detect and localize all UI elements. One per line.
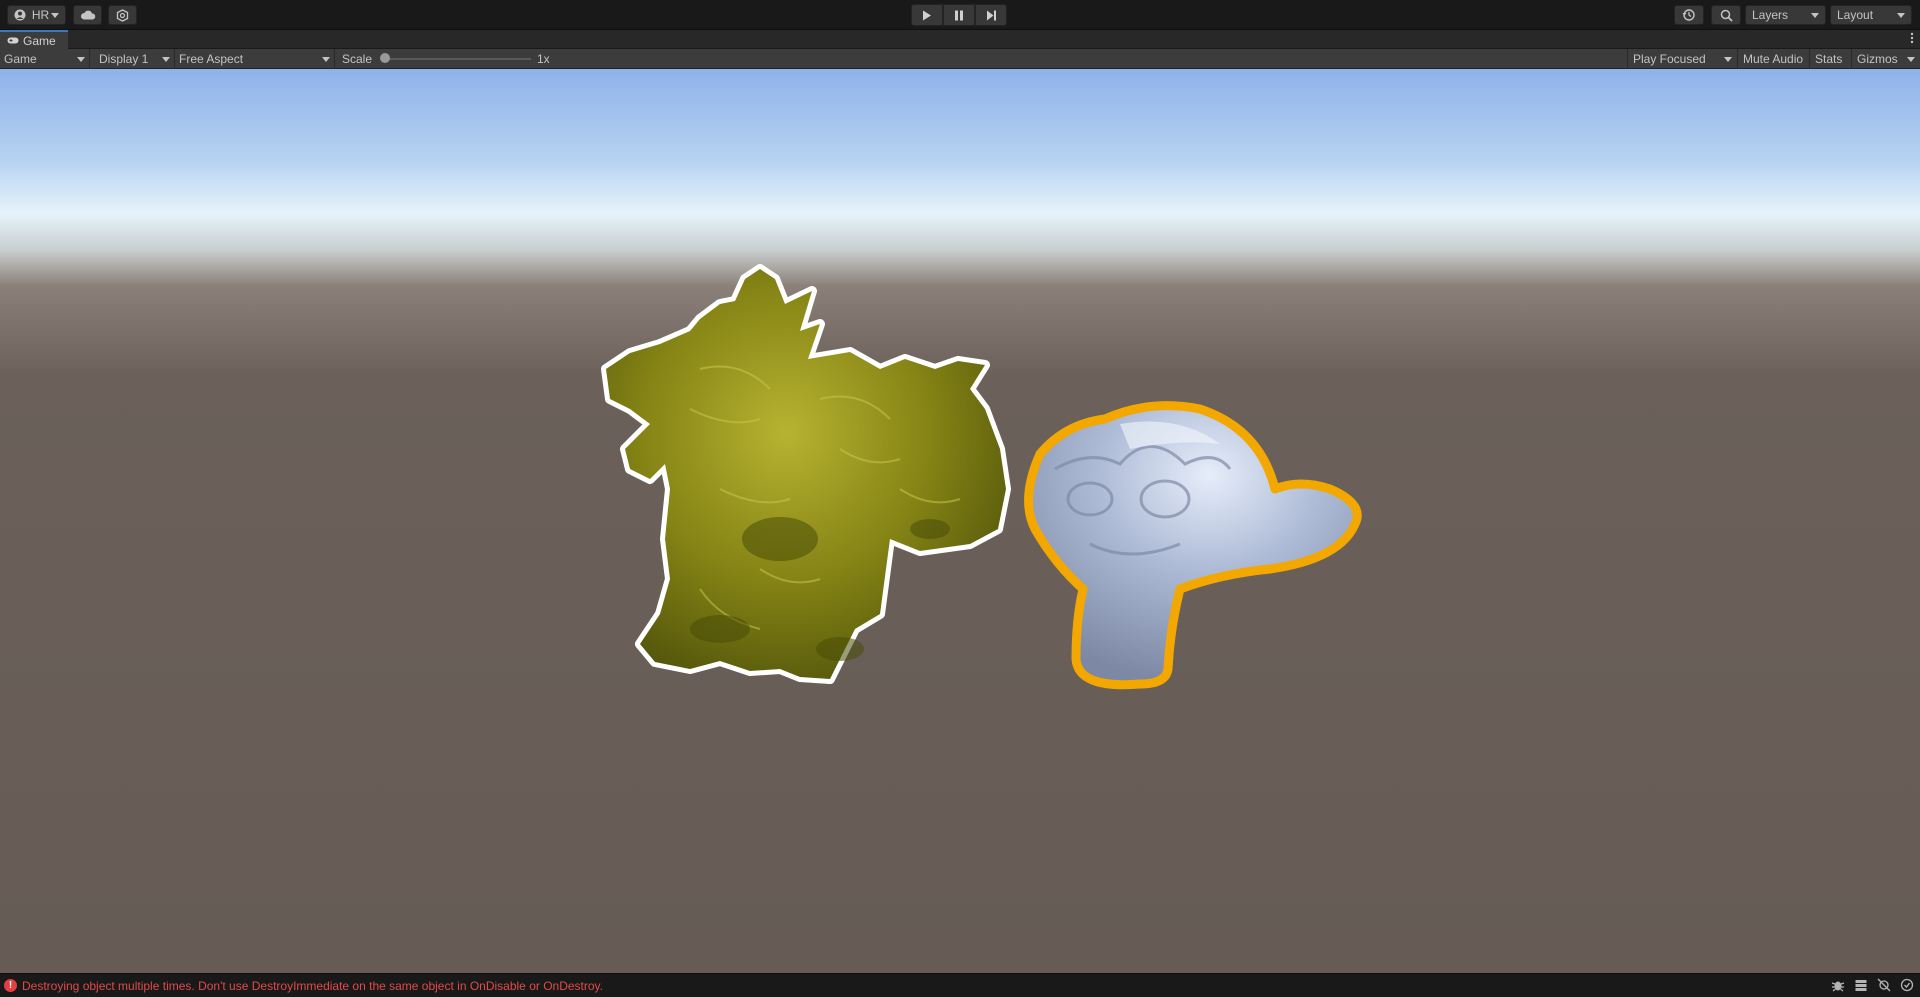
collab-button[interactable]: [108, 5, 137, 25]
aspect-dropdown[interactable]: Free Aspect: [175, 49, 335, 69]
chevron-down-icon: [77, 56, 85, 62]
window-tab-bar: Game: [0, 30, 1920, 49]
mute-audio-label: Mute Audio: [1743, 52, 1804, 66]
monkey-outline: [1024, 401, 1362, 690]
stats-label: Stats: [1815, 52, 1843, 66]
auto-generate-lighting-icon[interactable]: [1877, 978, 1891, 992]
layout-label: Layout: [1837, 8, 1874, 22]
chevron-down-icon: [1724, 56, 1732, 62]
step-button[interactable]: [975, 4, 1007, 26]
step-icon: [986, 10, 996, 20]
scale-slider-thumb[interactable]: [380, 53, 390, 63]
cloud-icon: [80, 10, 95, 20]
display-label: Display 1: [99, 52, 149, 66]
undo-history-button[interactable]: [1674, 5, 1704, 25]
scale-label: Scale: [342, 52, 373, 66]
monkey-model[interactable]: [1024, 401, 1362, 690]
kebab-menu-icon: [1910, 32, 1914, 44]
status-icons: [1831, 978, 1914, 992]
chevron-down-icon: [322, 56, 330, 62]
account-label: HR: [31, 8, 50, 22]
cache-server-icon[interactable]: [1854, 978, 1868, 992]
play-mode-label: Play Focused: [1633, 52, 1706, 66]
pause-button[interactable]: [943, 4, 975, 26]
gizmos-dropdown[interactable]: Gizmos: [1851, 49, 1920, 69]
chevron-down-icon: [51, 12, 59, 18]
scale-value: 1x: [537, 52, 550, 66]
stats-toggle[interactable]: Stats: [1809, 49, 1851, 69]
pause-icon: [955, 10, 963, 20]
playback-controls: [911, 4, 1007, 26]
gizmos-label: Gizmos: [1857, 52, 1898, 66]
account-dropdown[interactable]: HR: [7, 5, 66, 25]
more-options-button[interactable]: [1910, 32, 1914, 47]
main-toolbar: HR Layers Layout: [0, 0, 1920, 30]
collab-icon: [116, 8, 129, 22]
tab-game[interactable]: Game: [0, 30, 68, 49]
play-mode-dropdown[interactable]: Play Focused: [1627, 49, 1737, 69]
chevron-down-icon: [162, 56, 170, 62]
console-status-bar[interactable]: ! Destroying object multiple times. Don'…: [0, 973, 1920, 997]
tab-label: Game: [23, 33, 56, 48]
search-icon: [1720, 9, 1733, 22]
search-button[interactable]: [1711, 5, 1741, 25]
display-dropdown[interactable]: Display 1: [95, 49, 175, 69]
chevron-down-icon: [1907, 56, 1915, 62]
layers-dropdown[interactable]: Layers: [1745, 5, 1826, 25]
cloud-button[interactable]: [73, 5, 102, 25]
chevron-down-icon: [1811, 12, 1819, 18]
play-button[interactable]: [911, 4, 943, 26]
check-icon[interactable]: [1900, 978, 1914, 992]
view-mode-label: Game: [4, 52, 37, 66]
error-icon: !: [4, 979, 17, 992]
error-icon-glyph: !: [8, 980, 13, 991]
game-viewport[interactable]: [0, 69, 1920, 973]
gamepad-icon: [7, 37, 19, 44]
play-icon: [923, 10, 931, 20]
status-message[interactable]: Destroying object multiple times. Don't …: [22, 979, 603, 993]
layout-dropdown[interactable]: Layout: [1830, 5, 1912, 25]
history-icon: [1682, 9, 1695, 21]
view-mode-dropdown[interactable]: Game: [0, 49, 90, 69]
chevron-down-icon: [1897, 12, 1905, 18]
account-icon: [14, 9, 26, 21]
dragon-model[interactable]: [601, 264, 1011, 684]
aspect-label: Free Aspect: [179, 52, 244, 66]
game-view-toolbar: Game Display 1 Free Aspect Scale 1x Play…: [0, 49, 1920, 69]
scale-slider-track[interactable]: [385, 58, 531, 60]
debug-icon[interactable]: [1831, 978, 1845, 992]
layers-label: Layers: [1752, 8, 1789, 22]
mute-audio-toggle[interactable]: Mute Audio: [1737, 49, 1809, 69]
